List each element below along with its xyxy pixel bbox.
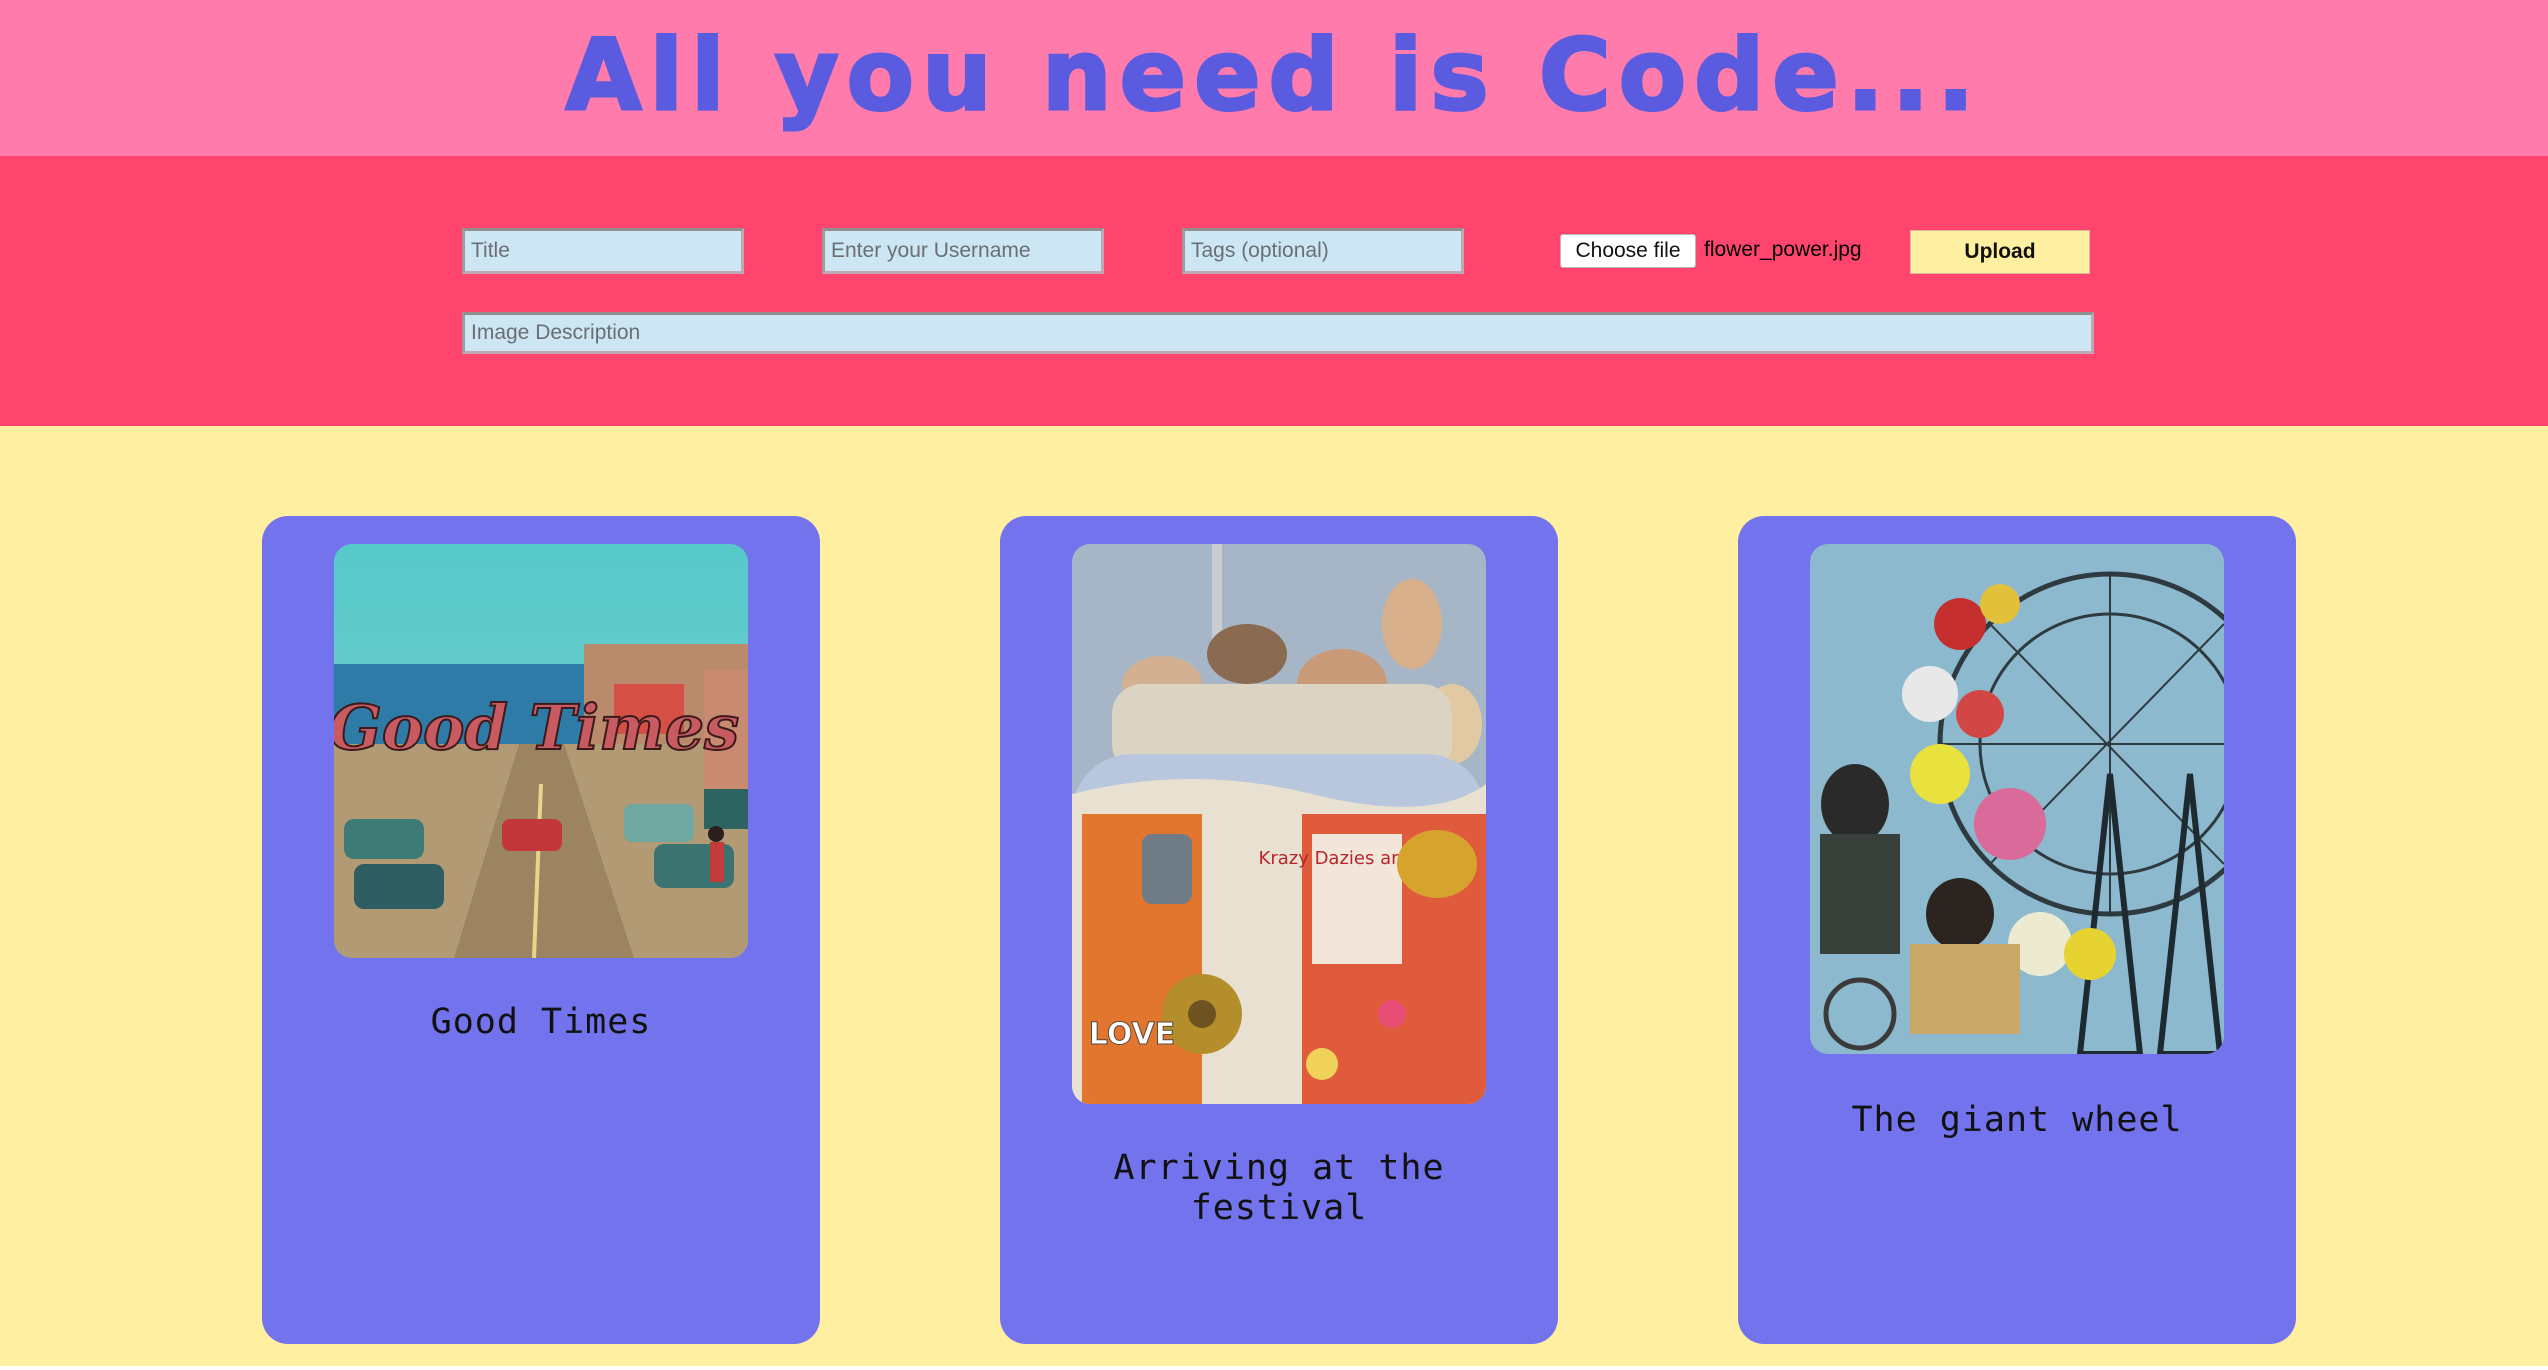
selected-file-name: flower_power.jpg <box>1704 238 1862 261</box>
gallery-card[interactable]: Krazy Dazies are here LOVE Arriving at t… <box>1000 516 1558 1344</box>
image-caption-text: Good Times <box>334 691 739 764</box>
card-title: The giant wheel <box>1851 1100 2183 1140</box>
card-title: Good Times <box>430 1002 652 1042</box>
page-bottom-edge <box>0 1366 2548 1370</box>
site-title: All you need is Code... <box>564 19 1983 133</box>
upload-form <box>0 156 2548 426</box>
username-input[interactable] <box>822 228 1104 274</box>
gallery-card[interactable]: The giant wheel <box>1738 516 2296 1344</box>
van-love-text: LOVE <box>1089 1017 1175 1052</box>
card-image-giant-wheel[interactable] <box>1810 544 2224 1054</box>
title-input[interactable] <box>462 228 744 274</box>
upload-button[interactable]: Upload <box>1910 230 2090 274</box>
card-title: Arriving at the festival <box>1113 1148 1445 1228</box>
gallery-card[interactable]: Good Times Good Times <box>262 516 820 1344</box>
card-image-good-times[interactable]: Good Times <box>334 544 748 958</box>
choose-file-button[interactable]: Choose file <box>1560 234 1696 268</box>
tags-input[interactable] <box>1182 228 1464 274</box>
image-description-input[interactable] <box>462 312 2094 354</box>
site-header: All you need is Code... <box>0 0 2548 156</box>
card-image-festival[interactable]: Krazy Dazies are here LOVE <box>1072 544 1486 1104</box>
